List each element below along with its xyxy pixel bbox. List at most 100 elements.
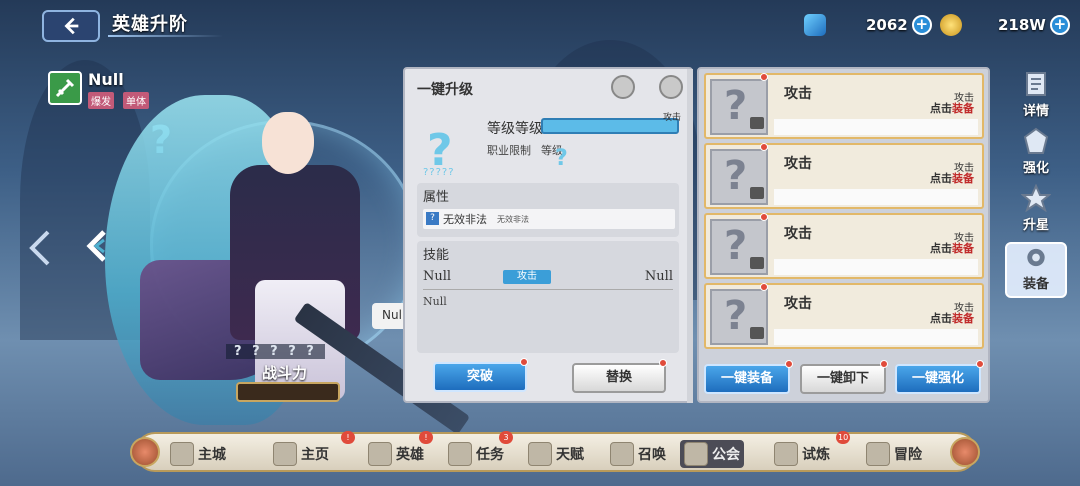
summon-icon	[610, 442, 634, 466]
slot-description	[774, 259, 978, 275]
slot-title: 攻击	[784, 86, 812, 102]
combat-power-value	[236, 382, 340, 402]
hero-star-rating: ? ? ? ? ?	[226, 344, 325, 359]
notification-dot	[760, 283, 768, 291]
arrow-left-icon	[64, 17, 79, 35]
title-underline	[108, 35, 223, 37]
equip-all-button[interactable]: 一键装备	[704, 364, 790, 394]
tab-label: 强化	[1022, 161, 1049, 176]
item-unknown-marks: ?????	[423, 167, 455, 178]
nav-badge: !	[341, 431, 355, 444]
nav-badge: !	[419, 431, 433, 444]
unequip-all-button[interactable]: 一键卸下	[800, 364, 886, 394]
breakthrough-button[interactable]: 突破	[433, 362, 527, 392]
skill-description: Null	[423, 295, 447, 308]
level-label: 等级等级.	[487, 121, 548, 137]
slot-item-frame: ?	[710, 149, 768, 205]
gem-resource: 2062 +	[804, 13, 932, 37]
add-gold-button[interactable]: +	[1049, 15, 1070, 35]
equipment-slot[interactable]: ? 攻击 攻击 点击装备	[704, 73, 984, 139]
slot-tap-hint: 点击装备	[930, 102, 974, 115]
replace-button[interactable]: 替换	[572, 363, 666, 393]
nav-guild[interactable]: 公会	[680, 440, 744, 468]
tab-label: 升星	[1022, 218, 1049, 233]
nav-home[interactable]: 主页	[273, 440, 329, 468]
notification-dot	[880, 360, 888, 368]
hero-tag: 单体	[123, 92, 149, 109]
divider	[423, 289, 673, 290]
slot-description	[774, 329, 978, 345]
tab-label: 装备	[1022, 277, 1049, 292]
notification-dot	[785, 360, 793, 368]
slot-unknown-mark: ?	[724, 293, 748, 339]
slot-item-frame: ?	[710, 289, 768, 345]
hero-name: Null	[88, 70, 124, 89]
equipment-slot[interactable]: ? 攻击 攻击 点击装备	[704, 213, 984, 279]
page-title: 英雄升阶	[112, 14, 188, 35]
emblem-icon	[1023, 127, 1049, 154]
hero-tag: 爆发	[88, 92, 114, 109]
back-button[interactable]	[42, 10, 100, 42]
hero-class-icon	[48, 71, 82, 105]
castle-icon	[170, 442, 194, 466]
notification-dot	[520, 358, 528, 366]
attribute-icon: ?	[426, 212, 439, 225]
gold-coin-icon	[940, 14, 962, 36]
tab-equipment[interactable]: 装备	[1005, 242, 1067, 298]
nav-heroes[interactable]: 英雄	[368, 440, 424, 468]
gear-icon	[1027, 248, 1045, 267]
nav-main-city[interactable]: 主城	[170, 440, 226, 468]
refresh-button[interactable]	[611, 75, 635, 99]
equipment-slot[interactable]: ? 攻击 攻击 点击装备	[704, 283, 984, 349]
nav-adventure[interactable]: 冒险	[866, 440, 922, 468]
nav-end-ornament	[130, 437, 160, 467]
previous-hero-edge[interactable]	[26, 228, 54, 268]
lock-icon	[750, 117, 764, 129]
job-unknown-mark: ?	[555, 146, 568, 171]
compass-icon	[866, 442, 890, 466]
level-note: 攻击	[663, 113, 682, 123]
lock-icon	[750, 327, 764, 339]
nav-badge: 10	[836, 431, 851, 444]
tab-details[interactable]: 详情	[1005, 68, 1067, 123]
scrollbar[interactable]	[687, 69, 693, 403]
camera-button[interactable]	[659, 75, 683, 99]
add-gem-button[interactable]: +	[911, 15, 932, 35]
attribute-section: 属性 ? 无效非法 无效非法	[417, 183, 679, 237]
skill-level: Null	[644, 269, 673, 284]
slot-tap-hint: 点击装备	[930, 242, 974, 255]
notification-dot	[760, 213, 768, 221]
tab-enhance[interactable]: 强化	[1005, 125, 1067, 180]
gem-count: 2062	[866, 16, 908, 34]
slot-unknown-mark: ?	[724, 223, 748, 269]
nav-trial[interactable]: 试炼	[774, 440, 830, 468]
slot-tap-hint: 点击装备	[930, 172, 974, 185]
gold-resource: 218W +	[940, 13, 1070, 37]
slot-description	[774, 119, 978, 135]
lock-icon	[750, 257, 764, 269]
gem-icon	[804, 14, 826, 36]
task-icon	[448, 442, 472, 466]
job-restriction-label: 职业限制	[487, 144, 531, 157]
hero-emblem-icon	[368, 442, 392, 466]
notification-dot	[659, 359, 667, 367]
enhance-all-button[interactable]: 一键强化	[895, 364, 981, 394]
equipment-panel: ? 攻击 攻击 点击装备 ? 攻击 攻击 点击装备 ? 攻击 攻击 点击装备 ?…	[697, 67, 990, 403]
trial-icon	[774, 442, 798, 466]
slot-item-frame: ?	[710, 79, 768, 135]
attribute-row: ? 无效非法 无效非法	[423, 209, 675, 229]
nav-summon[interactable]: 召唤	[610, 440, 666, 468]
slot-title: 攻击	[784, 156, 812, 172]
equipment-slot[interactable]: ? 攻击 攻击 点击装备	[704, 143, 984, 209]
nav-end-ornament	[950, 437, 980, 467]
attribute-section-title: 属性	[423, 190, 450, 205]
notification-dot	[976, 360, 984, 368]
star-icon	[1021, 184, 1051, 212]
slot-tap-hint: 点击装备	[930, 312, 974, 325]
nav-tasks[interactable]: 任务	[448, 440, 504, 468]
tab-star-up[interactable]: 升星	[1005, 182, 1067, 237]
nav-talent[interactable]: 天赋	[528, 440, 584, 468]
gold-count: 218W	[998, 16, 1046, 34]
guild-icon	[684, 442, 708, 466]
one-click-upgrade-title: 一键升级	[417, 82, 473, 98]
